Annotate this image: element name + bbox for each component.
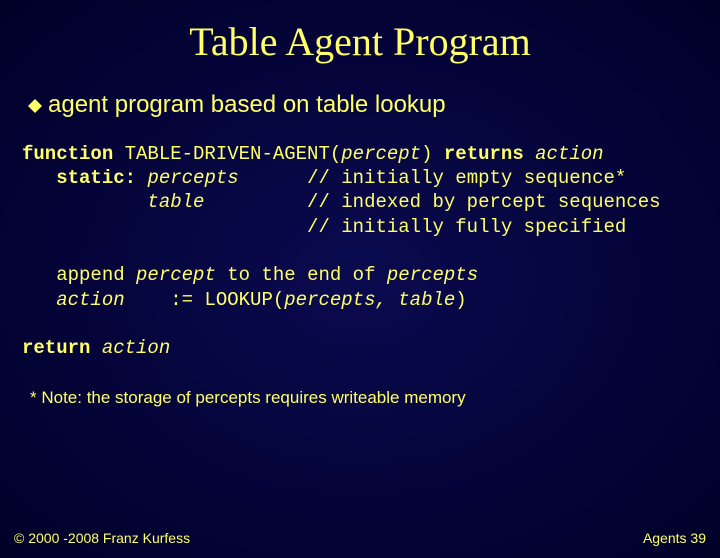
- kw-returns: returns: [444, 143, 524, 165]
- code-text: [90, 337, 101, 359]
- copyright-text: © 2000 -2008 Franz Kurfess: [14, 530, 190, 546]
- code-var: percepts, table: [284, 289, 455, 311]
- page-number: Agents 39: [643, 530, 706, 546]
- code-text: to the end of: [216, 264, 387, 286]
- footnote: * Note: the storage of percepts requires…: [30, 388, 720, 408]
- page-title: Table Agent Program: [0, 18, 720, 65]
- bullet-line: agent program based on table lookup: [28, 91, 720, 120]
- kw-return: return: [22, 337, 90, 359]
- code-var: table: [147, 191, 204, 213]
- code-text: ): [455, 289, 466, 311]
- kw-function: function: [22, 143, 113, 165]
- code-comment: // initially fully specified: [22, 216, 626, 238]
- code-var: action: [535, 143, 603, 165]
- code-var: percepts: [387, 264, 478, 286]
- code-block: function TABLE-DRIVEN-AGENT(percept) ret…: [22, 142, 720, 361]
- code-var: percepts: [147, 167, 238, 189]
- code-comment: // indexed by percept sequences: [204, 191, 660, 213]
- bullet-diamond-icon: [28, 92, 42, 120]
- kw-static: static:: [22, 167, 136, 189]
- code-text: append: [22, 264, 136, 286]
- code-text: := LOOKUP(: [125, 289, 285, 311]
- code-var: percept: [341, 143, 421, 165]
- code-text: [136, 167, 147, 189]
- code-var: action: [102, 337, 170, 359]
- code-var: action: [22, 289, 125, 311]
- bullet-text: agent program based on table lookup: [48, 91, 446, 118]
- code-comment: // initially empty sequence*: [239, 167, 627, 189]
- code-text: ): [421, 143, 444, 165]
- code-text: TABLE-DRIVEN-AGENT(: [113, 143, 341, 165]
- footer: © 2000 -2008 Franz Kurfess Agents 39: [14, 530, 706, 546]
- code-var: percept: [136, 264, 216, 286]
- code-text: [524, 143, 535, 165]
- code-text: [22, 191, 147, 213]
